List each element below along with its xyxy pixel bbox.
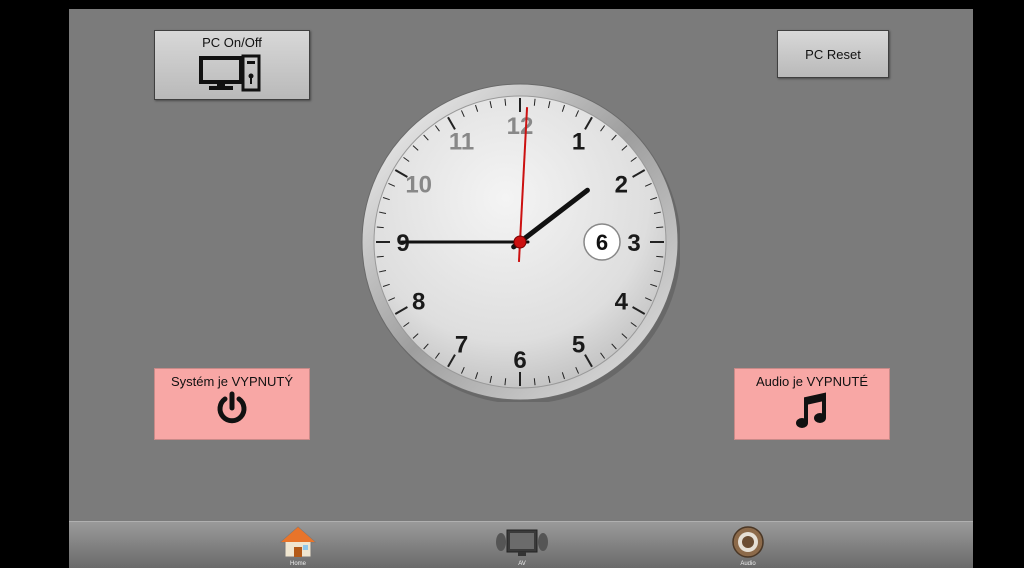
clock-number: 7 [455, 331, 468, 358]
date-window: 6 [583, 223, 621, 261]
date-label: 6 [596, 230, 608, 255]
house-icon [279, 526, 317, 558]
nav-audio-label: Audio [740, 561, 756, 567]
pc-reset-label: PC Reset [805, 47, 861, 62]
analog-clock: 121245678910113 6 [361, 83, 680, 402]
clock-number: 11 [449, 129, 474, 156]
clock-number: 8 [412, 289, 425, 316]
tv-speakers-icon [496, 529, 548, 556]
clock-number: 10 [405, 172, 432, 199]
system-status-panel[interactable]: Systém je VYPNUTÝ [154, 368, 310, 440]
pc-onoff-label: PC On/Off [202, 35, 262, 50]
nav-home-label: Home [289, 561, 306, 567]
pc-reset-button[interactable]: PC Reset [777, 30, 889, 78]
pc-onoff-button[interactable]: PC On/Off [154, 30, 310, 100]
music-note-icon [796, 392, 826, 428]
computer-icon [199, 54, 261, 92]
clock-number: 4 [615, 289, 629, 316]
nav-av-label: AV [518, 561, 526, 567]
audio-status-label: Audio je VYPNUTÉ [756, 374, 868, 389]
clock-center-cap [513, 235, 527, 249]
nav-audio[interactable]: Audio [718, 522, 778, 567]
clock-number: 3 [627, 230, 640, 257]
clock-number: 5 [572, 331, 585, 358]
clock-number: 1 [572, 129, 585, 156]
power-icon [217, 391, 247, 424]
clock-number: 12 [507, 113, 534, 140]
clock-number: 2 [615, 172, 628, 199]
system-status-label: Systém je VYPNUTÝ [170, 374, 294, 389]
nav-home[interactable]: Home [268, 522, 328, 567]
nav-av[interactable]: AV [492, 522, 552, 567]
audio-status-panel[interactable]: Audio je VYPNUTÉ [734, 368, 890, 440]
speaker-icon [732, 526, 764, 558]
screen-frame: PC On/Off PC Reset 12 1 2 4 5 6 7 8 10 1… [0, 0, 1024, 568]
clock-number: 6 [513, 347, 526, 374]
